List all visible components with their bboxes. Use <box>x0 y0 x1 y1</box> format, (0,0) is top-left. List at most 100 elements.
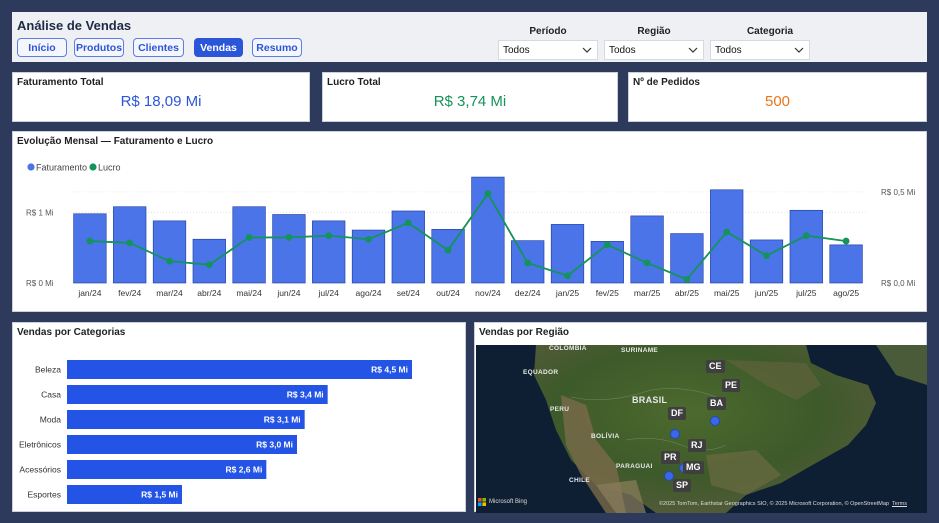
legend-marker-faturamento <box>27 163 35 171</box>
x-axis-tick-label: mar/25 <box>634 288 661 298</box>
map-terms-link[interactable]: Terms <box>892 501 907 507</box>
map-label-suriname: SURINAME <box>621 347 659 354</box>
bar-category <box>67 360 412 379</box>
bar-faturamento <box>749 239 784 284</box>
legend-label-lucro: Lucro <box>98 163 121 173</box>
bar-data-label: R$ 4,5 Mi <box>371 365 408 375</box>
region-map[interactable]: COLÔMBIA SURINAME EQUADOR PERU BRASIL BO… <box>476 345 927 513</box>
right-axis-tick-label: R$ 0,5 Mi <box>881 188 915 197</box>
bar-faturamento <box>829 244 863 284</box>
point-lucro <box>763 252 770 260</box>
x-axis-tick-label: mai/24 <box>236 288 262 298</box>
point-lucro <box>842 237 850 245</box>
left-axis-tick-label: R$ 1 Mi <box>26 208 54 217</box>
bar-data-label: R$ 3,1 Mi <box>264 415 301 425</box>
kpi-label: Faturamento Total <box>17 77 104 88</box>
bar-faturamento <box>630 215 664 284</box>
category-label: Casa <box>41 390 61 400</box>
nav-button-inicio[interactable]: Início <box>17 38 67 57</box>
filter-select-periodo[interactable]: Todos <box>498 40 598 60</box>
x-axis-tick-label: fev/25 <box>596 288 619 298</box>
x-axis-tick-label: abr/24 <box>197 288 221 298</box>
filter-value-periodo: Todos <box>503 44 530 56</box>
x-axis-tick-label: jul/25 <box>795 288 817 298</box>
category-label: Beleza <box>35 365 61 375</box>
map-label-bolivia: BOLÍVIA <box>591 433 620 440</box>
x-axis-tick-label: mai/25 <box>714 288 740 298</box>
filter-label-categoria: Categoria <box>746 26 794 37</box>
filter-value-categoria: Todos <box>715 44 742 56</box>
state-label-rj: RJ <box>688 439 706 452</box>
bar-faturamento <box>431 229 465 284</box>
x-axis-tick-label: ago/24 <box>356 288 382 298</box>
chevron-down-icon <box>688 47 698 53</box>
nav-button-produtos[interactable]: Produtos <box>74 38 124 57</box>
bar-data-label: R$ 3,0 Mi <box>256 440 293 450</box>
map-attribution: ©2025 TomTom, Earthstar Geographics SIO,… <box>658 501 889 507</box>
filter-select-regiao[interactable]: Todos <box>604 40 704 60</box>
kpi-card-lucro: Lucro Total R$ 3,74 Mi <box>322 72 618 122</box>
x-axis-tick-label: nov/24 <box>475 288 501 298</box>
microsoft-logo-icon <box>478 498 486 506</box>
category-label: Eletrônicos <box>19 440 61 450</box>
bing-logo: Microsoft Bing <box>478 498 527 506</box>
nav-button-resumo[interactable]: Resumo <box>252 38 302 57</box>
kpi-card-faturamento: Faturamento Total R$ 18,09 Mi <box>12 72 310 122</box>
point-lucro <box>524 259 532 267</box>
kpi-label: Lucro Total <box>327 77 381 88</box>
x-axis-tick-label: jul/24 <box>318 288 340 298</box>
state-label-mg: MG <box>683 461 704 474</box>
region-bubble-ba[interactable] <box>710 416 720 426</box>
point-lucro <box>723 228 731 236</box>
point-lucro <box>603 241 611 249</box>
kpi-label: Nº de Pedidos <box>633 77 700 88</box>
header-bar: Análise de Vendas Início Produtos Client… <box>12 12 927 62</box>
map-label-brasil: BRASIL <box>632 395 668 405</box>
nav-button-vendas[interactable]: Vendas <box>194 38 243 57</box>
category-label: Acessórios <box>19 465 61 475</box>
x-axis-tick-label: abr/25 <box>675 288 699 298</box>
point-lucro <box>166 257 173 265</box>
state-label-pe: PE <box>722 379 741 392</box>
map-label-chile: CHILE <box>569 477 590 484</box>
x-axis-tick-label: fev/24 <box>118 288 141 298</box>
map-label-colombia: COLÔMBIA <box>549 345 587 352</box>
category-label: Moda <box>40 415 62 425</box>
legend-label-faturamento: Faturamento <box>36 163 87 173</box>
kpi-value: 500 <box>764 93 791 110</box>
point-lucro <box>643 259 651 267</box>
x-axis-tick-label: ago/25 <box>833 288 859 298</box>
bar-faturamento <box>73 213 107 284</box>
x-axis-tick-label: jan/24 <box>77 288 101 298</box>
x-axis-tick-label: out/24 <box>436 288 460 298</box>
point-lucro <box>564 272 571 280</box>
point-lucro <box>365 235 372 243</box>
map-label-peru: PERU <box>550 406 570 413</box>
point-lucro <box>683 275 691 283</box>
point-lucro <box>484 190 492 198</box>
x-axis-tick-label: dez/24 <box>515 288 541 298</box>
x-axis-tick-label: jan/25 <box>555 288 579 298</box>
chevron-down-icon <box>582 47 592 53</box>
map-label-equador: EQUADOR <box>523 369 559 376</box>
legend-marker-lucro <box>89 163 97 171</box>
region-bubble-df[interactable] <box>670 429 680 439</box>
kpi-card-pedidos: Nº de Pedidos 500 <box>628 72 927 122</box>
state-label-df: DF <box>668 407 686 420</box>
bar-faturamento <box>312 220 346 284</box>
filter-value-regiao: Todos <box>609 44 636 56</box>
right-axis-tick-label: R$ 0,0 Mi <box>881 279 915 288</box>
point-lucro <box>444 246 452 254</box>
point-lucro <box>404 219 412 227</box>
left-axis-tick-label: R$ 0 Mi <box>26 279 54 288</box>
monthly-chart-panel: Evolução Mensal — Faturamento e Lucro Fa… <box>12 131 927 312</box>
bar-faturamento <box>710 189 744 284</box>
nav-button-clientes[interactable]: Clientes <box>133 38 184 57</box>
x-axis-tick-label: jun/25 <box>754 288 778 298</box>
point-lucro <box>285 234 293 241</box>
point-lucro <box>802 232 810 240</box>
kpi-value: R$ 3,74 Mi <box>433 93 507 110</box>
filter-select-categoria[interactable]: Todos <box>710 40 810 60</box>
point-lucro <box>126 239 134 247</box>
point-lucro <box>325 232 333 240</box>
